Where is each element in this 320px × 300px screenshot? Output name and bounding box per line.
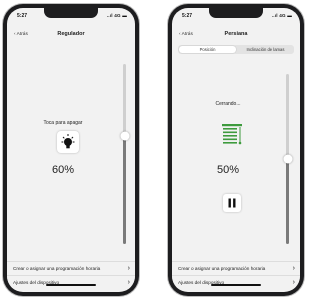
schedule-row[interactable]: Crear o asignar una programación horaria… [172, 261, 300, 275]
pause-icon [228, 198, 236, 208]
slider-fill [286, 159, 289, 244]
slider-thumb[interactable] [120, 131, 129, 141]
brightness-slider[interactable] [120, 64, 129, 244]
left-screen: 5:27 ..ıl 4G ▬ ‹ Atrás Regulador Toca pa… [7, 8, 135, 292]
page-title: Regulador [57, 31, 85, 37]
blinds-icon [222, 124, 242, 145]
segmented-control: Posición Inclinación de lamas [178, 45, 294, 54]
status-bar: 5:27 ..ıl 4G ▬ [17, 13, 127, 19]
status-icons: ..ıl 4G ▬ [106, 13, 127, 18]
schedule-row-label: Crear o asignar una programación horaria [13, 266, 101, 271]
schedule-row-label: Crear o asignar una programación horaria [178, 266, 266, 271]
status-time: 5:27 [182, 13, 193, 19]
pause-button[interactable] [223, 194, 241, 212]
right-screen: 5:27 ..ıl 4G ▬ ‹ Atrás Persiana Posición… [172, 8, 300, 292]
right-phone: 5:27 ..ıl 4G ▬ ‹ Atrás Persiana Posición… [168, 4, 304, 296]
chevron-right-icon: › [127, 265, 130, 272]
slider-thumb[interactable] [283, 154, 292, 164]
schedule-row[interactable]: Crear o asignar una programación horaria… [7, 261, 135, 275]
left-phone: 5:27 ..ıl 4G ▬ ‹ Atrás Regulador Toca pa… [3, 4, 139, 296]
position-percent: 50% [216, 164, 240, 176]
chevron-right-icon: › [292, 279, 295, 286]
tab-slat-tilt[interactable]: Inclinación de lamas [237, 45, 294, 54]
tab-position[interactable]: Posición [179, 46, 236, 53]
home-indicator [46, 284, 96, 286]
brightness-percent: 60% [51, 164, 75, 176]
status-icons: ..ıl 4G ▬ [271, 13, 292, 18]
chevron-right-icon: › [127, 279, 130, 286]
nav-bar: ‹ Atrás Persiana [172, 30, 300, 42]
light-toggle-button[interactable] [57, 131, 79, 153]
chevron-right-icon: › [292, 265, 295, 272]
device-settings-row[interactable]: Ajustes del dispositivo › [7, 275, 135, 289]
status-time: 5:27 [17, 13, 28, 19]
device-settings-row[interactable]: Ajustes del dispositivo › [172, 275, 300, 289]
status-bar: 5:27 ..ıl 4G ▬ [182, 13, 292, 19]
status-text: Cerrando... [215, 101, 241, 107]
home-indicator [211, 284, 261, 286]
nav-bar: ‹ Atrás Regulador [7, 30, 135, 42]
position-slider[interactable] [283, 74, 292, 244]
toggle-hint: Toca para apagar [43, 120, 83, 126]
slider-fill [123, 136, 126, 244]
bulb-icon [61, 134, 75, 149]
page-title: Persiana [224, 31, 248, 37]
